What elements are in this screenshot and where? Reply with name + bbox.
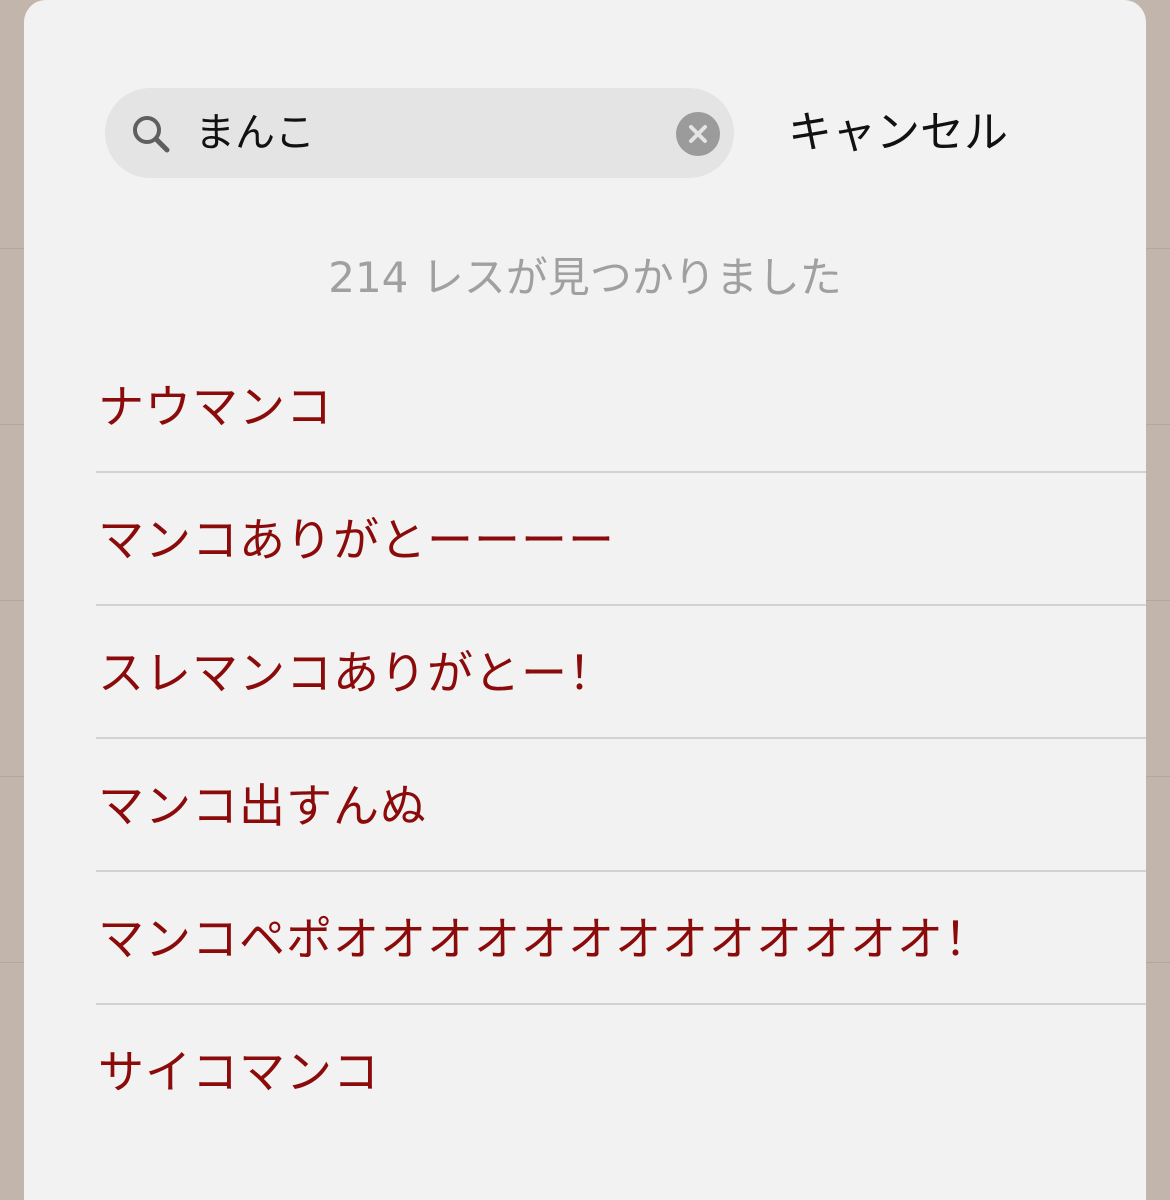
- search-input[interactable]: まんこ: [105, 88, 734, 178]
- search-bar: まんこ キャンセル: [24, 0, 1146, 200]
- list-item[interactable]: マンコありがとーーーー: [96, 473, 1146, 606]
- search-query-text[interactable]: まんこ: [195, 88, 315, 178]
- clear-search-icon[interactable]: [676, 112, 720, 156]
- result-text: ナウマンコ: [98, 380, 333, 434]
- search-sheet: まんこ キャンセル 214 レスが見つかりました ナウマンコ マンコありがとーー…: [24, 0, 1146, 1200]
- list-item[interactable]: サイコマンコ: [96, 1005, 1146, 1136]
- list-item[interactable]: マンコ出すんぬ: [96, 739, 1146, 872]
- results-list: ナウマンコ マンコありがとーーーー スレマンコありがとー！ マンコ出すんぬ マン…: [96, 340, 1146, 1136]
- list-item[interactable]: スレマンコありがとー！: [96, 606, 1146, 739]
- list-item[interactable]: ナウマンコ: [96, 340, 1146, 473]
- list-item[interactable]: マンコペポオオオオオオオオオオオオオ！: [96, 872, 1146, 1005]
- result-text: マンコ出すんぬ: [98, 779, 427, 833]
- result-count-label: 214 レスが見つかりました: [328, 253, 842, 302]
- result-text: マンコペポオオオオオオオオオオオオオ！: [98, 912, 991, 966]
- result-text: マンコありがとーーーー: [98, 513, 615, 567]
- cancel-button[interactable]: キャンセル: [788, 88, 1008, 178]
- search-icon: [129, 112, 173, 156]
- result-text: スレマンコありがとー！: [98, 646, 615, 700]
- result-text: サイコマンコ: [98, 1045, 380, 1099]
